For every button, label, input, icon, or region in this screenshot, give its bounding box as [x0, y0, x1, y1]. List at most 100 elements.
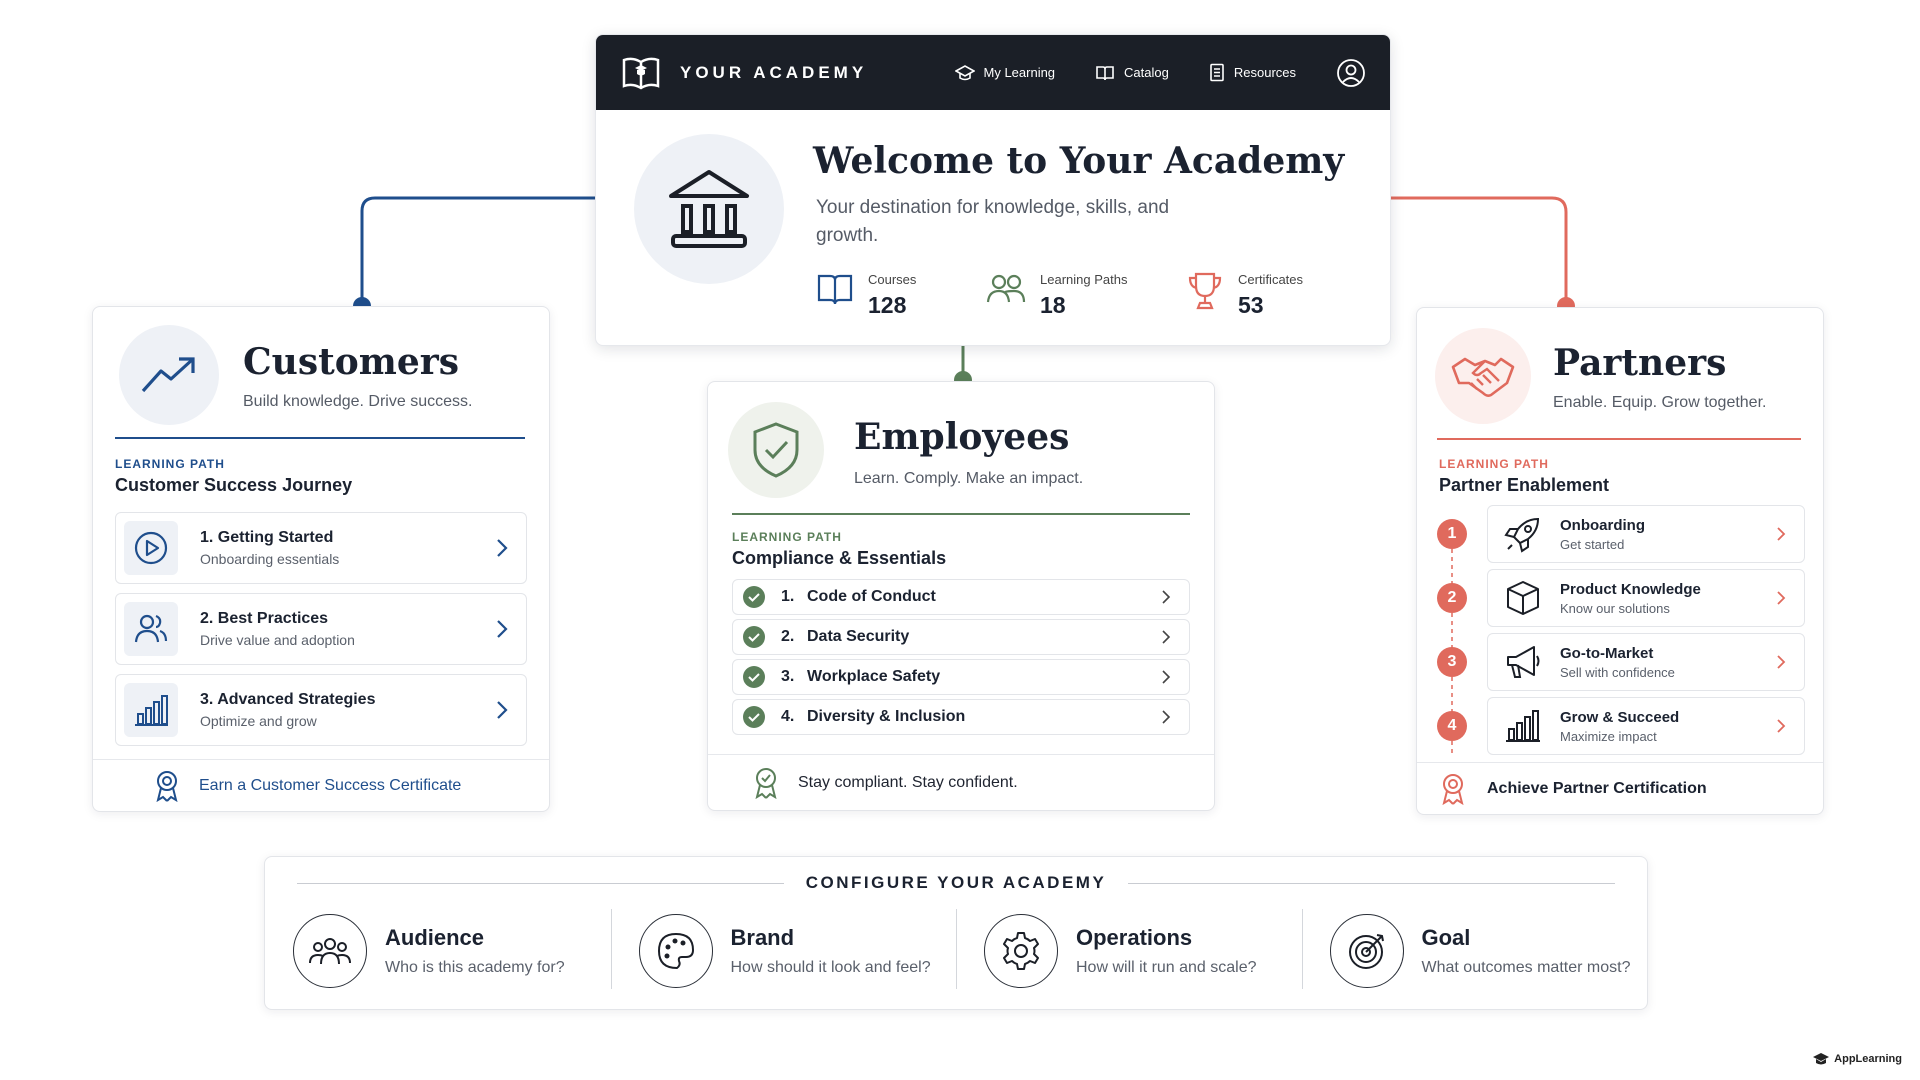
- path-step-advanced-strategies[interactable]: 3. Advanced Strategies Optimize and grow: [115, 674, 527, 746]
- nav-label: Resources: [1233, 65, 1296, 80]
- target-icon: [1329, 914, 1404, 988]
- nav-label: Catalog: [1124, 65, 1169, 80]
- card-title: Customers: [243, 341, 459, 383]
- configure-items: Audience Who is this academy for? Brand Ho…: [265, 905, 1647, 997]
- card-tagline: Learn. Comply. Make an impact.: [854, 470, 1084, 487]
- chevron-right-icon: [1161, 589, 1171, 605]
- path-step-product-knowledge[interactable]: Product Knowledge Know our solutions: [1487, 569, 1805, 627]
- learning-path-label: LEARNING PATH: [115, 457, 225, 471]
- chevron-right-icon: [496, 538, 508, 558]
- config-title: Operations: [1076, 925, 1193, 950]
- stat-label: Learning Paths: [1040, 272, 1128, 287]
- step-number-badge: 1: [1437, 519, 1467, 549]
- path-step-code-of-conduct[interactable]: 1. Code of Conduct: [732, 579, 1190, 615]
- step-number: 2.: [781, 628, 795, 645]
- config-subtitle: How will it run and scale?: [1076, 959, 1257, 976]
- divider: [1128, 882, 1616, 884]
- stat-label: Courses: [868, 272, 917, 287]
- config-subtitle: Who is this academy for?: [385, 959, 565, 976]
- step-subtitle: Drive value and adoption: [200, 632, 355, 648]
- chevron-right-icon: [1776, 590, 1786, 606]
- learning-path-label: LEARNING PATH: [1439, 457, 1549, 471]
- card-tagline: Build knowledge. Drive success.: [243, 393, 473, 410]
- configure-goal[interactable]: Goal What outcomes matter most?: [1301, 905, 1648, 997]
- partner-certification-link[interactable]: Achieve Partner Certification: [1417, 762, 1823, 814]
- brand-name: YOUR ACADEMY: [680, 62, 868, 82]
- step-number-badge: 3: [1437, 647, 1467, 677]
- stat-label: Certificates: [1238, 272, 1304, 287]
- step-number: 3.: [781, 668, 795, 685]
- stat-courses: Courses 128: [816, 270, 986, 319]
- academy-hero-window: YOUR ACADEMY My Learning Catalog Resourc…: [595, 34, 1391, 346]
- step-subtitle: Know our solutions: [1560, 600, 1670, 616]
- step-subtitle: Onboarding essentials: [200, 551, 340, 567]
- path-step-onboarding[interactable]: Onboarding Get started: [1487, 505, 1805, 563]
- page-title: Welcome to Your Academy: [813, 140, 1345, 182]
- people-icon: [986, 270, 1026, 308]
- hero-body: Welcome to Your Academy Your destination…: [596, 110, 1390, 345]
- configure-audience[interactable]: Audience Who is this academy for?: [265, 905, 611, 997]
- footer-brand-name: AppLearning: [1834, 1053, 1902, 1065]
- step-subtitle: Optimize and grow: [200, 713, 317, 729]
- group-icon: [293, 914, 367, 988]
- path-step-workplace-safety[interactable]: 3. Workplace Safety: [732, 659, 1190, 695]
- step-title: Grow & Succeed: [1560, 708, 1680, 726]
- handshake-icon: [1435, 328, 1531, 424]
- path-step-best-practices[interactable]: 2. Best Practices Drive value and adoptio…: [115, 593, 527, 665]
- step-title: 1. Getting Started: [200, 529, 334, 546]
- chevron-right-icon: [1776, 654, 1786, 670]
- stat-learning-paths: Learning Paths 18: [986, 270, 1186, 319]
- brand[interactable]: YOUR ACADEMY: [620, 54, 867, 92]
- card-divider: [1437, 438, 1801, 440]
- check-circle-icon: [743, 626, 765, 648]
- card-divider: [732, 513, 1190, 515]
- nav-catalog[interactable]: Catalog: [1095, 64, 1169, 82]
- stat-value: 53: [1238, 292, 1264, 318]
- configure-title: CONFIGURE YOUR ACADEMY: [805, 873, 1107, 892]
- configure-operations[interactable]: Operations How will it run and scale?: [956, 905, 1302, 997]
- step-title: Code of Conduct: [807, 588, 936, 605]
- card-tagline: Enable. Equip. Grow together.: [1553, 394, 1767, 411]
- learning-path-title: Customer Success Journey: [115, 475, 353, 495]
- path-step-getting-started[interactable]: 1. Getting Started Onboarding essentials: [115, 512, 527, 584]
- card-divider: [115, 437, 525, 439]
- compliance-footer: Stay compliant. Stay confident.: [708, 754, 1214, 810]
- path-step-go-to-market[interactable]: Go-to-Market Sell with confidence: [1487, 633, 1805, 691]
- trophy-icon: [1186, 270, 1224, 312]
- nav-label: My Learning: [983, 65, 1056, 80]
- certificate-link[interactable]: Earn a Customer Success Certificate: [93, 759, 549, 811]
- card-title: Employees: [854, 416, 1070, 458]
- config-title: Audience: [385, 925, 485, 950]
- step-title: 2. Best Practices: [200, 610, 329, 627]
- chevron-right-icon: [1776, 718, 1786, 734]
- main-nav: My Learning Catalog Resources: [954, 58, 1367, 88]
- hero-subtitle: Your destination for knowledge, skills, …: [816, 197, 1170, 246]
- compliance-footer-label: Stay compliant. Stay confident.: [798, 773, 1018, 791]
- stat-certificates: Certificates 53: [1186, 270, 1303, 319]
- chevron-right-icon: [1161, 709, 1171, 725]
- card-title: Partners: [1553, 342, 1727, 384]
- award-icon: [752, 766, 780, 800]
- trending-up-icon: [119, 325, 219, 425]
- book-icon: [816, 270, 854, 308]
- path-step-diversity-inclusion[interactable]: 4. Diversity & Inclusion: [732, 699, 1190, 735]
- stats: Courses 128 Learning Paths 18 Certificates…: [816, 270, 1303, 319]
- nav-resources[interactable]: Resources: [1209, 63, 1296, 82]
- step-subtitle: Sell with confidence: [1560, 664, 1675, 680]
- step-number: 4.: [781, 708, 795, 725]
- user-avatar-icon[interactable]: [1336, 58, 1366, 88]
- config-subtitle: What outcomes matter most?: [1421, 959, 1631, 976]
- play-icon: [124, 521, 178, 575]
- path-step-grow-succeed[interactable]: Grow & Succeed Maximize impact: [1487, 697, 1805, 755]
- top-navbar: YOUR ACADEMY My Learning Catalog Resourc…: [596, 35, 1390, 110]
- rocket-icon: [1504, 515, 1542, 553]
- nav-my-learning[interactable]: My Learning: [954, 64, 1056, 82]
- bar-chart-icon: [1504, 707, 1542, 745]
- path-step-data-security[interactable]: 2. Data Security: [732, 619, 1190, 655]
- employees-card: Employees Learn. Comply. Make an impact.…: [707, 381, 1215, 811]
- gear-icon: [984, 914, 1058, 988]
- config-title: Goal: [1421, 925, 1471, 950]
- configure-brand[interactable]: Brand How should it look and feel?: [610, 905, 957, 997]
- users-icon: [124, 602, 178, 656]
- step-title: Onboarding: [1560, 516, 1645, 534]
